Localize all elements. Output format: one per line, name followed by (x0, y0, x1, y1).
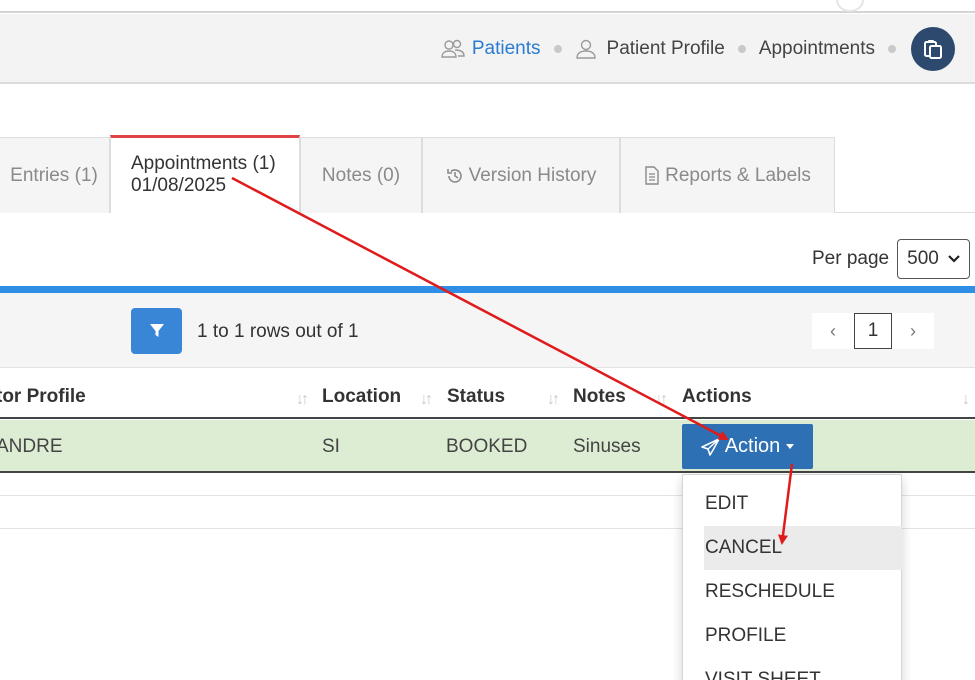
tab-version-history-label: Version History (468, 164, 597, 186)
tab-version-history[interactable]: Version History (422, 137, 620, 213)
paper-plane-icon (700, 437, 721, 456)
sort-icon[interactable]: ↓↑ (547, 391, 560, 409)
top-corner-shape (836, 0, 864, 12)
history-icon (446, 167, 464, 185)
per-page-value: 500 (907, 248, 939, 269)
action-dropdown-button[interactable]: Action (682, 424, 813, 469)
pagination-current[interactable]: 1 (854, 313, 892, 349)
menu-item-profile[interactable]: PROFILE (704, 614, 902, 658)
cell-status: BOOKED (446, 436, 528, 457)
cell-doctor-profile: ANDRE (0, 436, 63, 457)
breadcrumb-patient-profile-label: Patient Profile (606, 38, 725, 59)
breadcrumb-separator (553, 45, 562, 53)
tab-notes-label: Notes (0) (321, 164, 401, 186)
cell-notes: Sinuses (573, 436, 641, 457)
table-row: ANDRE SI BOOKED Sinuses Action (0, 420, 975, 473)
tab-reports-labels[interactable]: Reports & Labels (620, 137, 835, 213)
filter-icon (149, 324, 164, 337)
users-icon (440, 39, 466, 59)
section-divider (0, 286, 975, 293)
table-header: tor Profile ↓↑ Location ↓↑ Status ↓↑ Not… (0, 369, 975, 419)
column-header-doctor-profile[interactable]: tor Profile (0, 386, 86, 408)
cell-location: SI (322, 436, 340, 457)
chevron-down-icon (947, 248, 961, 270)
sort-icon[interactable]: ↓ (962, 391, 970, 409)
per-page-label: Per page (812, 248, 890, 269)
tab-appointments-label: Appointments (1) (131, 153, 276, 174)
tab-bar: Entries (1) Appointments (1) 01/08/2025 … (0, 135, 975, 213)
tab-appointments[interactable]: Appointments (1) 01/08/2025 (110, 135, 300, 213)
column-header-notes[interactable]: Notes (573, 386, 626, 408)
menu-item-reschedule[interactable]: RESCHEDULE (704, 570, 902, 614)
top-strip (0, 0, 975, 13)
per-page-control: Per page 500 (812, 239, 971, 279)
document-icon (644, 166, 660, 185)
rows-info: 1 to 1 rows out of 1 (197, 321, 359, 342)
per-page-select[interactable]: 500 (897, 239, 971, 279)
user-icon (575, 39, 601, 59)
breadcrumb-separator (888, 45, 896, 53)
breadcrumb-patient-profile[interactable]: Patient Profile (575, 38, 725, 60)
breadcrumb-appointments-label: Appointments (758, 38, 875, 59)
column-header-status[interactable]: Status (447, 386, 505, 408)
sort-icon[interactable]: ↓↑ (420, 391, 433, 409)
tab-entries-label: Entries (1) (10, 164, 98, 186)
breadcrumb-patients-label: Patients (471, 38, 541, 59)
tab-appointments-date: 01/08/2025 (131, 175, 227, 196)
action-menu: EDIT CANCEL RESCHEDULE PROFILE VISIT SHE… (682, 474, 902, 680)
breadcrumb-patients[interactable]: Patients (440, 38, 541, 60)
menu-item-cancel[interactable]: CANCEL (704, 526, 902, 570)
clipboard-copy-icon (924, 40, 942, 59)
action-button-label: Action (724, 435, 781, 457)
tab-reports-labels-label: Reports & Labels (665, 164, 811, 186)
breadcrumb-separator (737, 45, 746, 53)
caret-down-icon (786, 444, 795, 449)
pagination-next[interactable]: › (892, 313, 934, 349)
pagination: ‹ 1 › (812, 313, 934, 349)
tab-entries[interactable]: Entries (1) (0, 137, 110, 213)
pagination-prev[interactable]: ‹ (812, 313, 854, 349)
menu-item-edit[interactable]: EDIT (704, 482, 902, 526)
menu-item-visit-sheet[interactable]: VISIT SHEET (704, 658, 902, 680)
breadcrumb: Patients Patient Profile Appointments (440, 14, 955, 84)
tab-notes[interactable]: Notes (0) (300, 137, 422, 213)
breadcrumb-appointments: Appointments (759, 38, 875, 60)
column-header-location[interactable]: Location (322, 386, 401, 408)
column-header-actions: Actions (682, 386, 752, 407)
sort-icon[interactable]: ↓↑ (655, 391, 668, 409)
filter-button[interactable] (131, 308, 182, 354)
page-header: Patients Patient Profile Appointments (0, 14, 975, 84)
sort-icon[interactable]: ↓↑ (296, 391, 309, 409)
clipboard-copy-button[interactable] (911, 27, 955, 71)
table-toolbar: 1 to 1 rows out of 1 ‹ 1 › (0, 293, 975, 368)
